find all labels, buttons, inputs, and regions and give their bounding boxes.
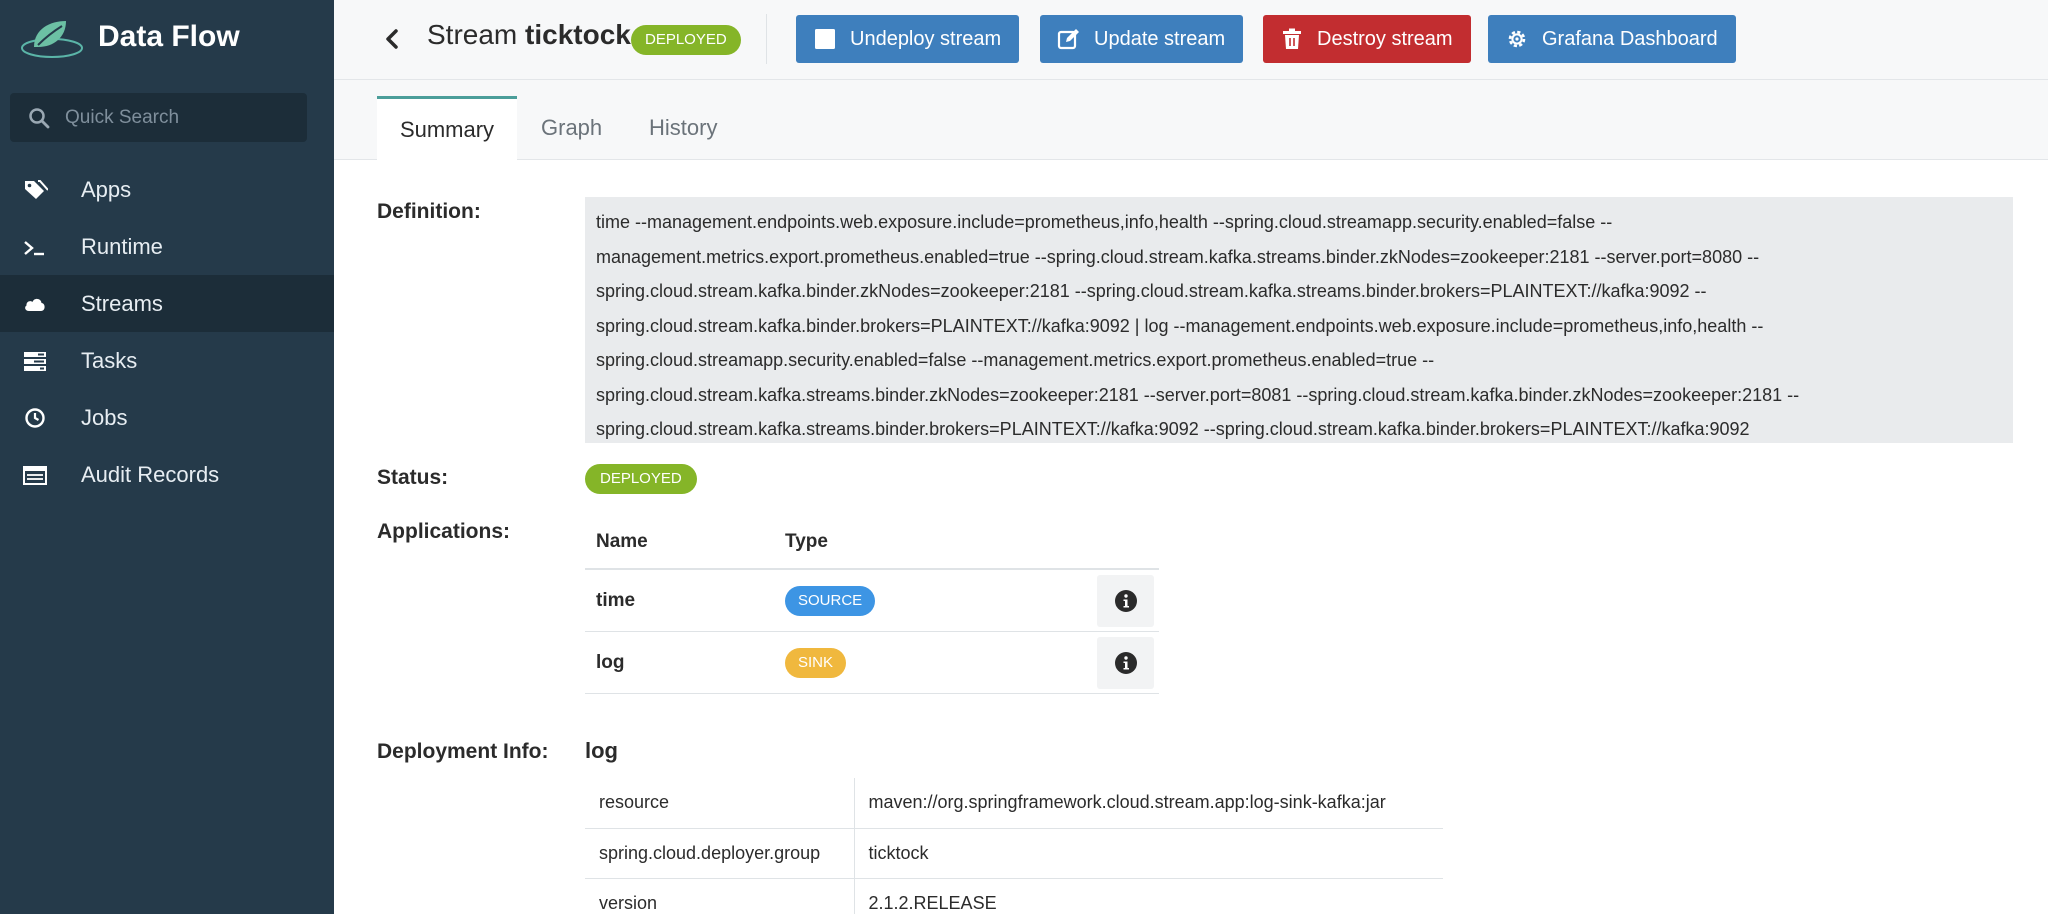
column-header-type: Type [785,531,828,552]
info-button[interactable] [1097,636,1154,689]
info-icon [1114,651,1137,674]
table-row: resource maven://org.springframework.clo… [585,778,1443,829]
clock-icon [0,405,81,431]
table-row: spring.cloud.deployer.group ticktock [585,828,1443,879]
definition-line: spring.cloud.stream.kafka.binder.zkNodes… [596,281,1707,301]
back-chevron-icon[interactable] [381,25,403,53]
property-key: spring.cloud.deployer.group [585,828,855,879]
app-name: time [596,589,636,611]
list-icon [0,462,81,488]
app-type: SINK [785,647,1085,678]
grafana-dashboard-button[interactable]: Grafana Dashboard [1488,15,1736,63]
sidebar-item-label: Tasks [81,347,138,373]
sidebar-item-audit-records[interactable]: Audit Records [0,446,334,503]
sidebar-item-label: Apps [81,176,132,202]
terminal-icon [0,234,81,260]
table-row: version 2.1.2.RELEASE [585,878,1443,914]
sidebar-item-label: Runtime [81,233,163,259]
stream-header: Stream ticktock DEPLOYED Undeploy stream… [334,0,2048,80]
sidebar-item-apps[interactable]: Apps [0,161,334,218]
undeploy-stream-button[interactable]: Undeploy stream [796,15,1020,63]
brand[interactable]: Data Flow [20,14,240,60]
app-name: Data Flow [98,20,240,53]
app-type: SOURCE [785,585,1085,616]
sidebar: Data Flow Apps Runtime Streams [0,0,334,914]
search-icon [29,107,50,128]
definition-box: time --management.endpoints.web.exposure… [585,197,2013,443]
tab-graph[interactable]: Graph [518,96,625,160]
page-title: Stream ticktock [427,19,631,51]
button-label: Update stream [1094,27,1226,50]
table-row: log SINK [585,632,1159,694]
spring-logo-icon [21,21,83,58]
edit-icon [1057,29,1079,50]
stop-square-icon [815,29,835,49]
deployment-info-table: resource maven://org.springframework.clo… [585,778,1443,914]
definition-label: Definition: [377,200,481,223]
update-stream-button[interactable]: Update stream [1040,15,1244,63]
table-header: Name Type [585,516,1159,570]
sidebar-item-tasks[interactable]: Tasks [0,332,334,389]
deployment-info-label: Deployment Info: [377,740,549,763]
source-badge: SOURCE [785,585,876,616]
status-badge: DEPLOYED [585,464,697,494]
gear-icon [1508,30,1526,48]
quick-search [10,93,307,142]
tasks-icon [0,348,81,374]
sidebar-item-label: Streams [81,290,163,316]
definition-line: spring.cloud.stream.kafka.streams.binder… [596,384,1800,405]
definition-line: spring.cloud.stream.kafka.binder.brokers… [596,315,1764,336]
sidebar-nav: Apps Runtime Streams Tasks Jobs Audit Re… [0,161,334,503]
table-row: time SOURCE [585,570,1159,632]
info-button[interactable] [1097,574,1154,627]
column-header-name: Name [596,531,648,552]
property-key: resource [585,778,855,829]
trash-icon [1283,28,1301,49]
definition-line: management.metrics.export.prometheus.ena… [596,246,1760,267]
property-value: ticktock [854,828,1443,879]
sidebar-item-runtime[interactable]: Runtime [0,218,334,275]
definition-line: time --management.endpoints.web.exposure… [596,212,1613,232]
info-icon [1114,589,1137,612]
search-input[interactable] [65,106,285,129]
status-label: Status: [377,466,449,489]
deployment-app-name: log [585,738,618,763]
divider [766,14,767,64]
app-name: log [596,651,625,673]
property-key: version [585,878,855,914]
sink-badge: SINK [785,647,847,678]
button-label: Undeploy stream [850,27,1002,50]
tab-history[interactable]: History [626,96,740,160]
button-label: Destroy stream [1317,27,1453,50]
cloud-icon [0,291,81,317]
tags-icon [0,177,81,203]
sidebar-item-jobs[interactable]: Jobs [0,389,334,446]
property-value: maven://org.springframework.cloud.stream… [854,778,1443,829]
sidebar-item-label: Audit Records [81,461,220,487]
definition-line: spring.cloud.stream.kafka.streams.binder… [596,419,1750,439]
definition-line: spring.cloud.streamapp.security.enabled=… [596,350,1435,370]
stream-name: ticktock [525,19,631,50]
sidebar-item-streams[interactable]: Streams [0,275,334,332]
applications-table: Name Type time SOURCE log SINK [585,516,1159,694]
applications-label: Applications: [377,520,511,543]
button-label: Grafana Dashboard [1542,27,1718,50]
title-prefix: Stream [427,19,518,50]
status-badge: DEPLOYED [631,25,741,55]
tab-bar: Summary Graph History [334,80,2048,161]
destroy-stream-button[interactable]: Destroy stream [1263,15,1471,63]
property-value: 2.1.2.RELEASE [854,878,1443,914]
sidebar-item-label: Jobs [81,404,128,430]
tab-summary[interactable]: Summary [377,96,517,161]
